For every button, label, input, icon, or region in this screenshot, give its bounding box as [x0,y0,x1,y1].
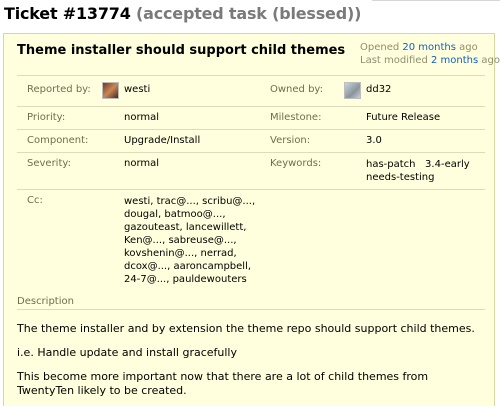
description-divider [17,309,485,310]
reported-by-label: Reported by: [27,84,91,95]
ticket-box: Theme installer should support child the… [3,33,500,408]
milestone-label: Milestone: [270,112,322,123]
severity-value: normal [124,158,160,169]
cc-list: westi, trac@..., scribu@..., dougal, bat… [124,195,255,286]
row-cc: Cc: westi, trac@..., scribu@..., dougal,… [17,189,485,301]
ticket-status: (accepted task (blessed)) [136,4,362,23]
priority-label: Priority: [27,112,66,123]
component-value[interactable]: Upgrade/Install [124,135,200,146]
row-component-version: Component: Upgrade/Install Version: 3.0 [17,129,485,152]
modified-link[interactable]: 2 months [431,55,478,66]
cc-line: westi, trac@..., scribu@..., [124,196,256,207]
priority-value: normal [124,112,160,123]
description-heading: Description [17,296,74,307]
modified-date: Last modified 2 months ago [360,54,500,67]
description-paragraph: i.e. Handle update and install gracefull… [17,346,237,359]
description-paragraph: This become more important now that ther… [17,370,429,397]
version-value[interactable]: 3.0 [366,135,382,146]
severity-label: Severity: [27,158,71,169]
ticket-summary: Theme installer should support child the… [17,43,346,58]
top-divider [372,0,500,3]
cc-line: 24-7@..., pauldewouters [124,274,247,285]
description-body: The theme installer and by extension the… [17,322,487,408]
row-severity-keywords: Severity: normal Keywords: has-patch 3.4… [17,152,485,189]
ticket-properties: Reported by: westi Owned by: dd32 Priori… [17,75,485,301]
opened-date: Opened 20 months ago [360,41,500,54]
description-header: Description [17,296,485,310]
keywords-line-2[interactable]: needs-testing [366,172,434,183]
opened-prefix: Opened [360,42,400,53]
milestone-value[interactable]: Future Release [366,112,440,123]
ticket-dates: Opened 20 months ago Last modified 2 mon… [360,41,500,67]
keywords-line-1[interactable]: has-patch 3.4-early [366,159,470,170]
row-priority-milestone: Priority: normal Milestone: Future Relea… [17,106,485,129]
cc-line: dcox@..., aaroncampbell, [124,261,252,272]
cc-label: Cc: [27,195,43,206]
ticket-number: Ticket #13774 [4,4,131,23]
reported-by-value[interactable]: westi [124,84,150,95]
modified-suffix: ago [481,55,500,66]
keywords-label: Keywords: [270,158,322,169]
cc-line: dougal, batmoo@..., [124,209,226,220]
opened-link[interactable]: 20 months [402,42,456,53]
reporter-avatar [102,82,119,99]
cc-line: kovshenin@..., nerrad, [124,248,237,259]
page-title: Ticket #13774 (accepted task (blessed)) [4,4,361,23]
description-paragraph: The theme installer and by extension the… [17,322,475,335]
owned-by-value[interactable]: dd32 [366,84,391,95]
keywords-value: has-patch 3.4-early needs-testing [366,158,470,184]
cc-line: Ken@..., sabreuse@..., [124,235,237,246]
cc-line: gazouteast, lancewillett, [124,222,247,233]
row-reported-owned: Reported by: westi Owned by: dd32 [17,75,485,106]
modified-prefix: Last modified [360,55,428,66]
owned-by-label: Owned by: [270,84,323,95]
opened-suffix: ago [459,42,478,53]
component-label: Component: [27,135,89,146]
owner-avatar [344,82,361,99]
version-label: Version: [270,135,311,146]
